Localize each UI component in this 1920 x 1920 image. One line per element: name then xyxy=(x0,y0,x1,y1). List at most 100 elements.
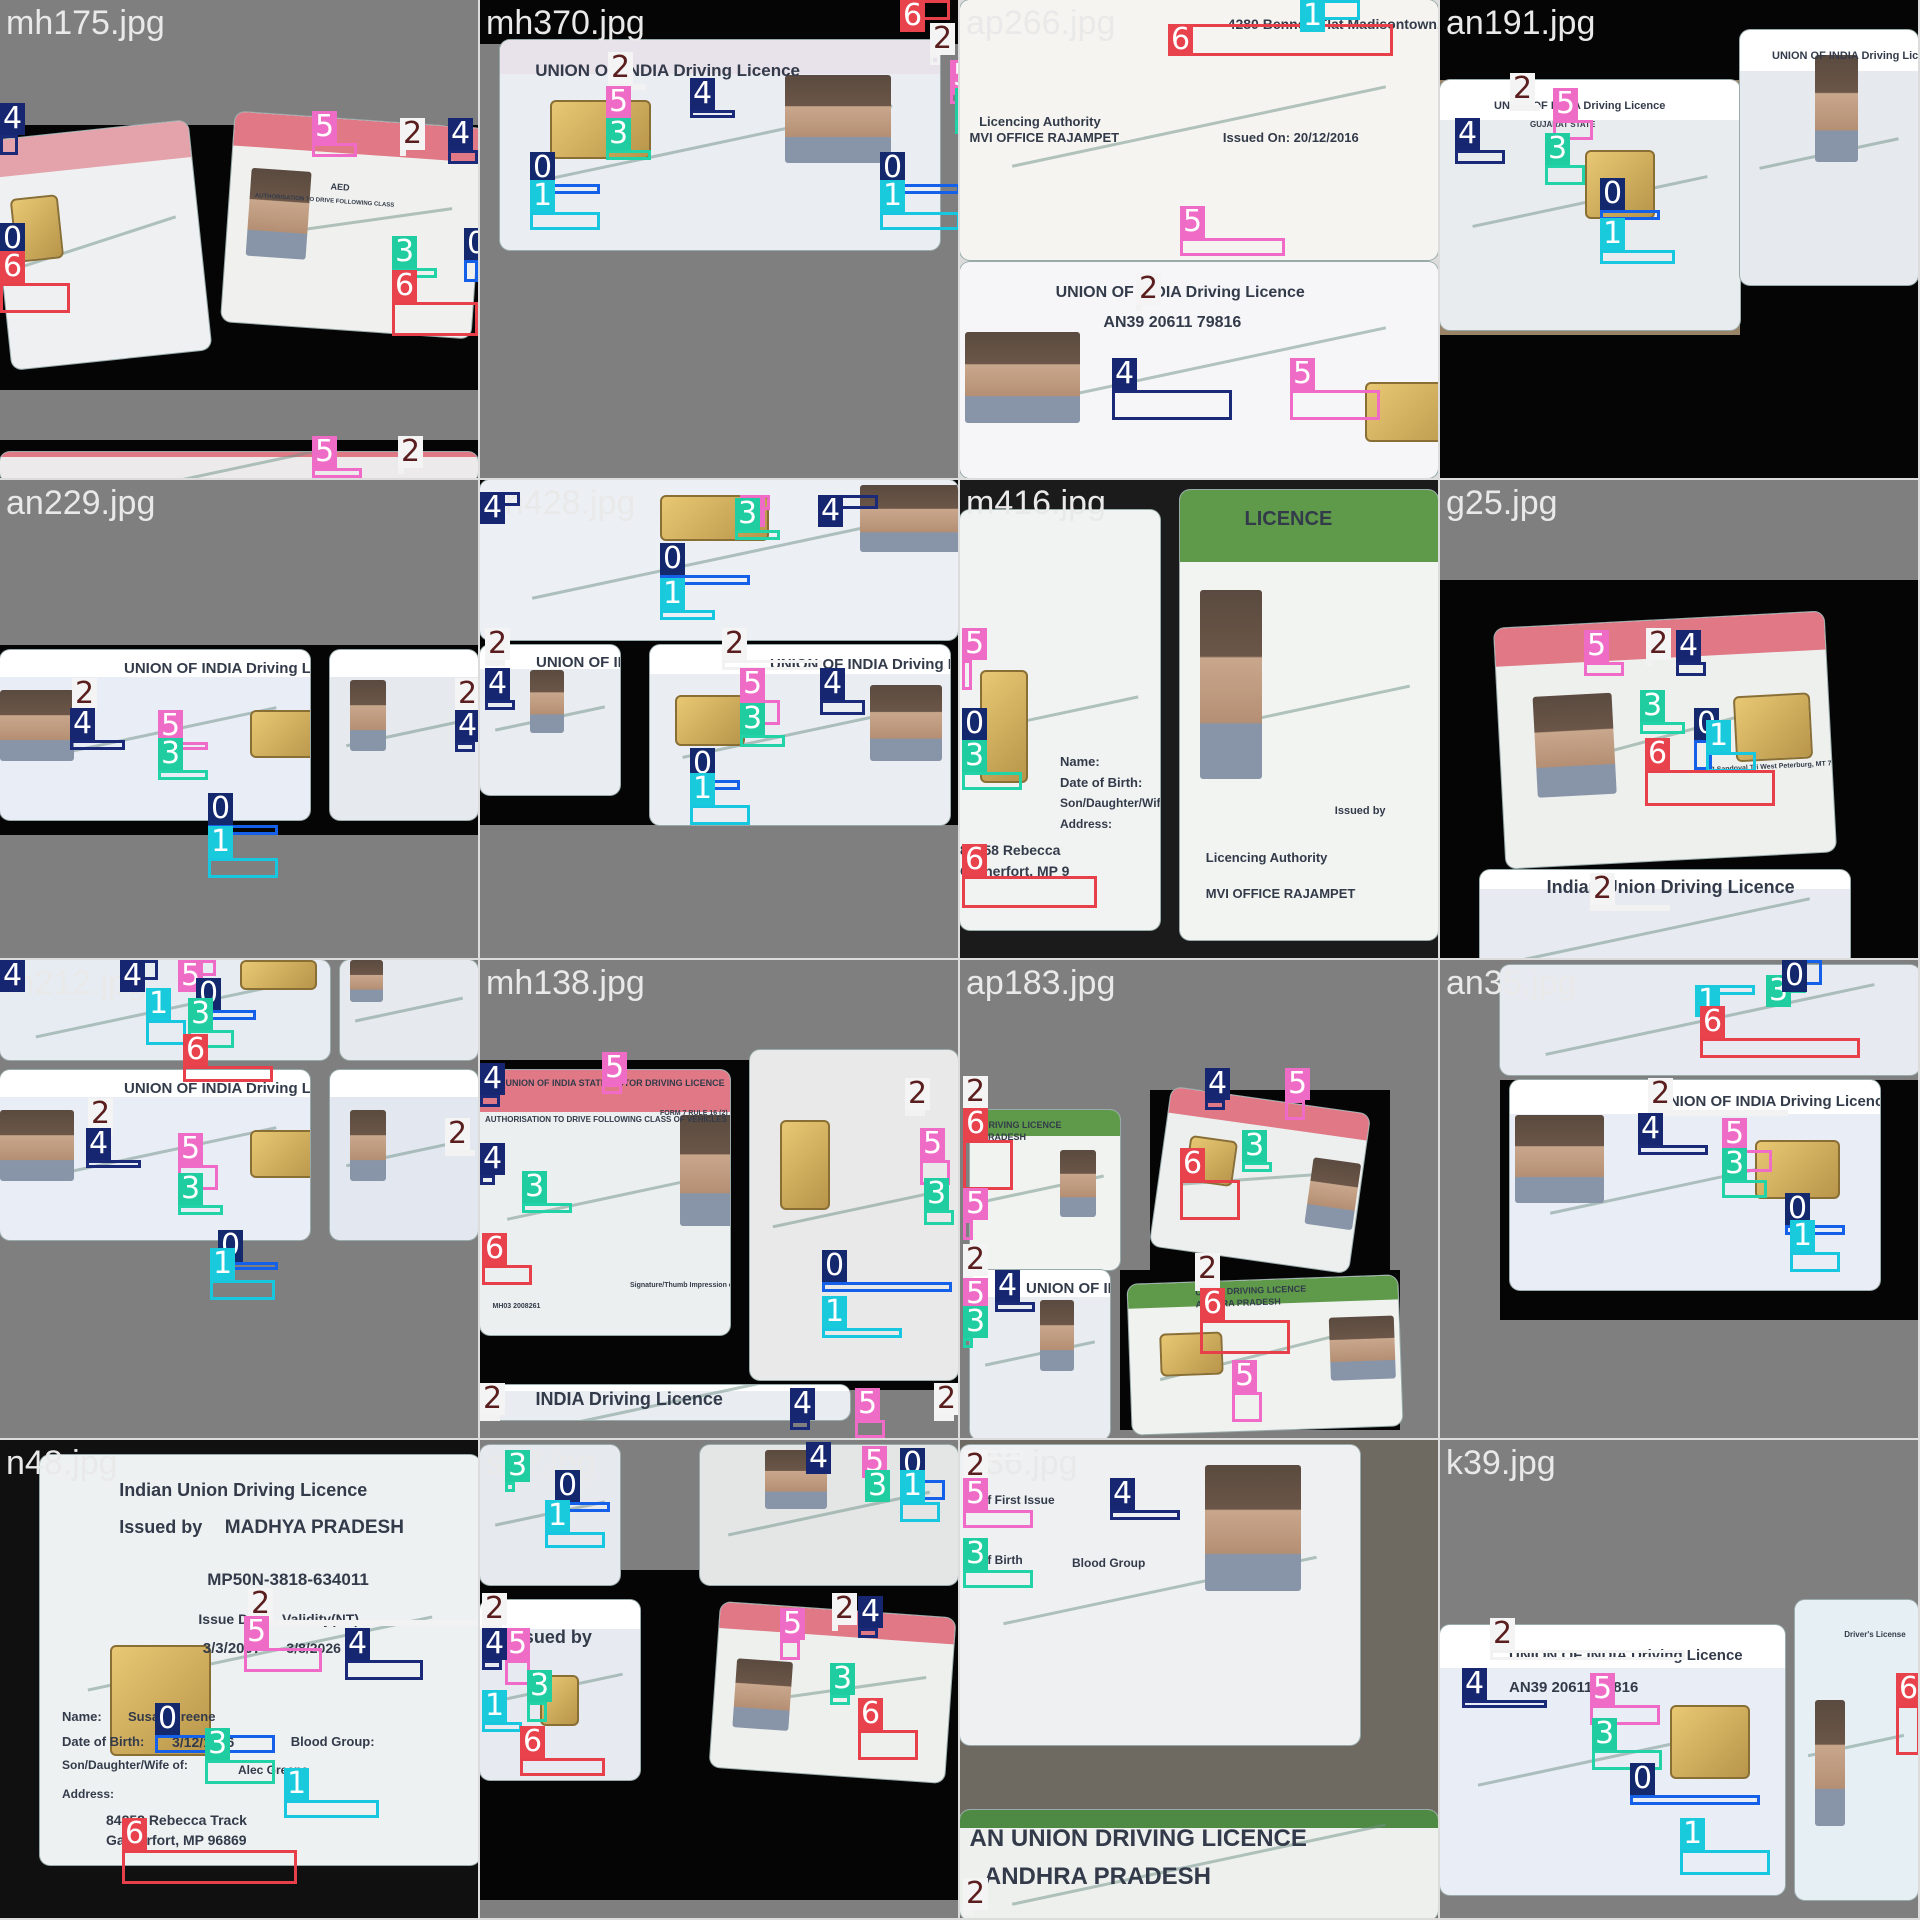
detection-box-class-1 xyxy=(1706,752,1756,772)
detection-class-label: 4 xyxy=(120,960,146,992)
detection-class-label: 3 xyxy=(962,740,988,772)
holder-photo xyxy=(785,75,891,164)
holder-photo xyxy=(1200,590,1262,779)
mosaic-tile: DRIVING LICENCEPRADESH UNION OF INDIA Dri… xyxy=(960,960,1440,1440)
driving-licence-card: UNION OF INDIA Driving Licence xyxy=(0,650,310,820)
detection-class-label: 4 xyxy=(345,1628,371,1660)
image-filename: an229.jpg xyxy=(6,484,156,522)
detection-class-label: 2 xyxy=(1195,1253,1221,1285)
detection-box-class-5 xyxy=(1290,390,1380,420)
card-text: Indian Union Driving Licence xyxy=(119,1479,368,1500)
detection-box-class-0 xyxy=(464,260,478,282)
detection-box-class-1 xyxy=(530,212,600,230)
detection-box-class-1 xyxy=(208,858,278,878)
detection-class-label: 2 xyxy=(930,23,956,55)
detection-class-label: 3 xyxy=(1545,133,1571,165)
detection-class-label: 3 xyxy=(865,1470,891,1502)
detection-class-label: 2 xyxy=(905,1078,931,1110)
detection-class-label: 0 xyxy=(962,708,988,740)
detection-box-class-5 xyxy=(963,1510,1033,1528)
detection-box-class-1 xyxy=(690,805,750,825)
detection-box-class-5 xyxy=(312,143,357,157)
detection-box-class-1 xyxy=(284,1800,379,1818)
detection-class-label: 4 xyxy=(480,1063,506,1095)
detection-box-class-5 xyxy=(312,468,362,478)
detection-class-label: 1 xyxy=(1600,218,1626,250)
detection-box-class-4 xyxy=(485,700,515,710)
detection-box-class-3 xyxy=(1722,1180,1767,1198)
detection-class-label: 4 xyxy=(858,1596,884,1628)
detection-class-label: 1 xyxy=(880,180,906,212)
image-filename: g25.jpg xyxy=(1446,484,1558,522)
card-text: Signature/Thumb Impression of Holder xyxy=(630,1282,730,1289)
detection-class-label: 4 xyxy=(485,668,511,700)
detection-class-label: 4 xyxy=(480,1143,506,1175)
detection-box-class-3 xyxy=(963,1570,1033,1588)
detection-class-label: 2 xyxy=(963,1878,989,1910)
detection-box-class-3 xyxy=(830,1695,850,1705)
holder-photo xyxy=(245,167,312,260)
detection-class-label: 6 xyxy=(0,251,26,283)
detection-class-label: 3 xyxy=(1592,1718,1618,1750)
detection-class-label: 3 xyxy=(735,498,761,530)
detection-class-label: 3 xyxy=(158,738,184,770)
holder-photo xyxy=(1040,1300,1074,1372)
card-text: LICENCE xyxy=(1244,508,1333,530)
detection-class-label: 1 xyxy=(530,180,556,212)
card-text: Issued On: 20/12/2016 xyxy=(1222,130,1359,145)
letterbox-pad xyxy=(1440,335,1918,478)
detection-box-class-6 xyxy=(1180,1180,1240,1220)
driving-licence-card: Name: Date of Birth: Son/Daughter/Wife of:… xyxy=(960,510,1160,930)
detection-class-label: 2 xyxy=(1648,1078,1674,1110)
detection-class-label: 2 xyxy=(1646,628,1672,660)
detection-box-class-3 xyxy=(158,770,208,780)
detection-box-class-3 xyxy=(178,1205,223,1215)
detection-box-class-1 xyxy=(1790,1252,1840,1272)
driving-licence-card: UNION DRIVING LICENCE ANDHRA PRADESH xyxy=(1127,1275,1403,1435)
detection-class-label: 4 xyxy=(0,103,26,135)
detection-box-class-1 xyxy=(822,1328,902,1338)
card-text: UNION OF INDIA Driving Licence xyxy=(1026,1280,1110,1298)
detection-class-label: 1 xyxy=(1790,1220,1816,1252)
detection-class-label: 6 xyxy=(1180,1148,1206,1180)
holder-photo xyxy=(0,690,75,762)
holder-photo xyxy=(350,1110,386,1182)
holder-photo xyxy=(680,1115,730,1227)
detection-class-label: 5 xyxy=(740,668,766,700)
detection-box-class-4 xyxy=(1462,1700,1547,1708)
detection-box-class-5 xyxy=(963,1220,973,1240)
smart-chip xyxy=(1670,1705,1750,1780)
detection-box-class-6 xyxy=(392,302,478,336)
image-filename: ap183.jpg xyxy=(966,964,1116,1002)
detection-class-label: 3 xyxy=(606,118,632,150)
detection-class-label: 5 xyxy=(1290,358,1316,390)
detection-box-class-1 xyxy=(880,212,958,230)
detection-class-label: 2 xyxy=(455,678,478,710)
detection-class-label: 4 xyxy=(995,1270,1021,1302)
driving-licence-card xyxy=(0,120,212,370)
mosaic-tile: Issued by53015243164530152436s22.jpg xyxy=(480,1440,960,1920)
detection-class-label: 3 xyxy=(392,236,418,268)
card-text: ANDHRA PRADESH xyxy=(983,1862,1212,1890)
holder-photo xyxy=(965,332,1080,423)
detection-class-label: 2 xyxy=(480,1383,506,1415)
detection-class-label: 0 xyxy=(1630,1763,1656,1795)
mosaic-tile: UNION OF INDIA Driving Licence GUJARAT ST… xyxy=(1440,0,1920,480)
detection-class-label: 4 xyxy=(690,78,716,110)
detection-class-label: 2 xyxy=(963,1076,989,1108)
driving-licence-card: UNION OF INDIA Driving Licence xyxy=(0,1070,310,1240)
image-filename: mh138.jpg xyxy=(486,964,645,1002)
detection-box-class-4 xyxy=(480,1095,500,1107)
mosaic-tile: Licencing Authority MVI OFFICE RAJAMPET Is… xyxy=(960,0,1440,480)
card-text: MADHYA PRADESH xyxy=(224,1516,404,1538)
driving-licence-card: UNION OF INDIA Driving Licence xyxy=(1740,30,1918,285)
detection-class-label: 4 xyxy=(448,118,474,150)
detection-class-label: 4 xyxy=(1462,1668,1488,1700)
detection-class-label: 3 xyxy=(205,1728,231,1760)
smart-chip xyxy=(675,695,745,746)
detection-box-class-5 xyxy=(1584,662,1624,676)
detection-class-label: 4 xyxy=(1676,630,1702,662)
card-header-strip xyxy=(330,650,478,678)
card-text: of First Issue xyxy=(980,1493,1055,1507)
detection-class-label: 4 xyxy=(70,708,96,740)
